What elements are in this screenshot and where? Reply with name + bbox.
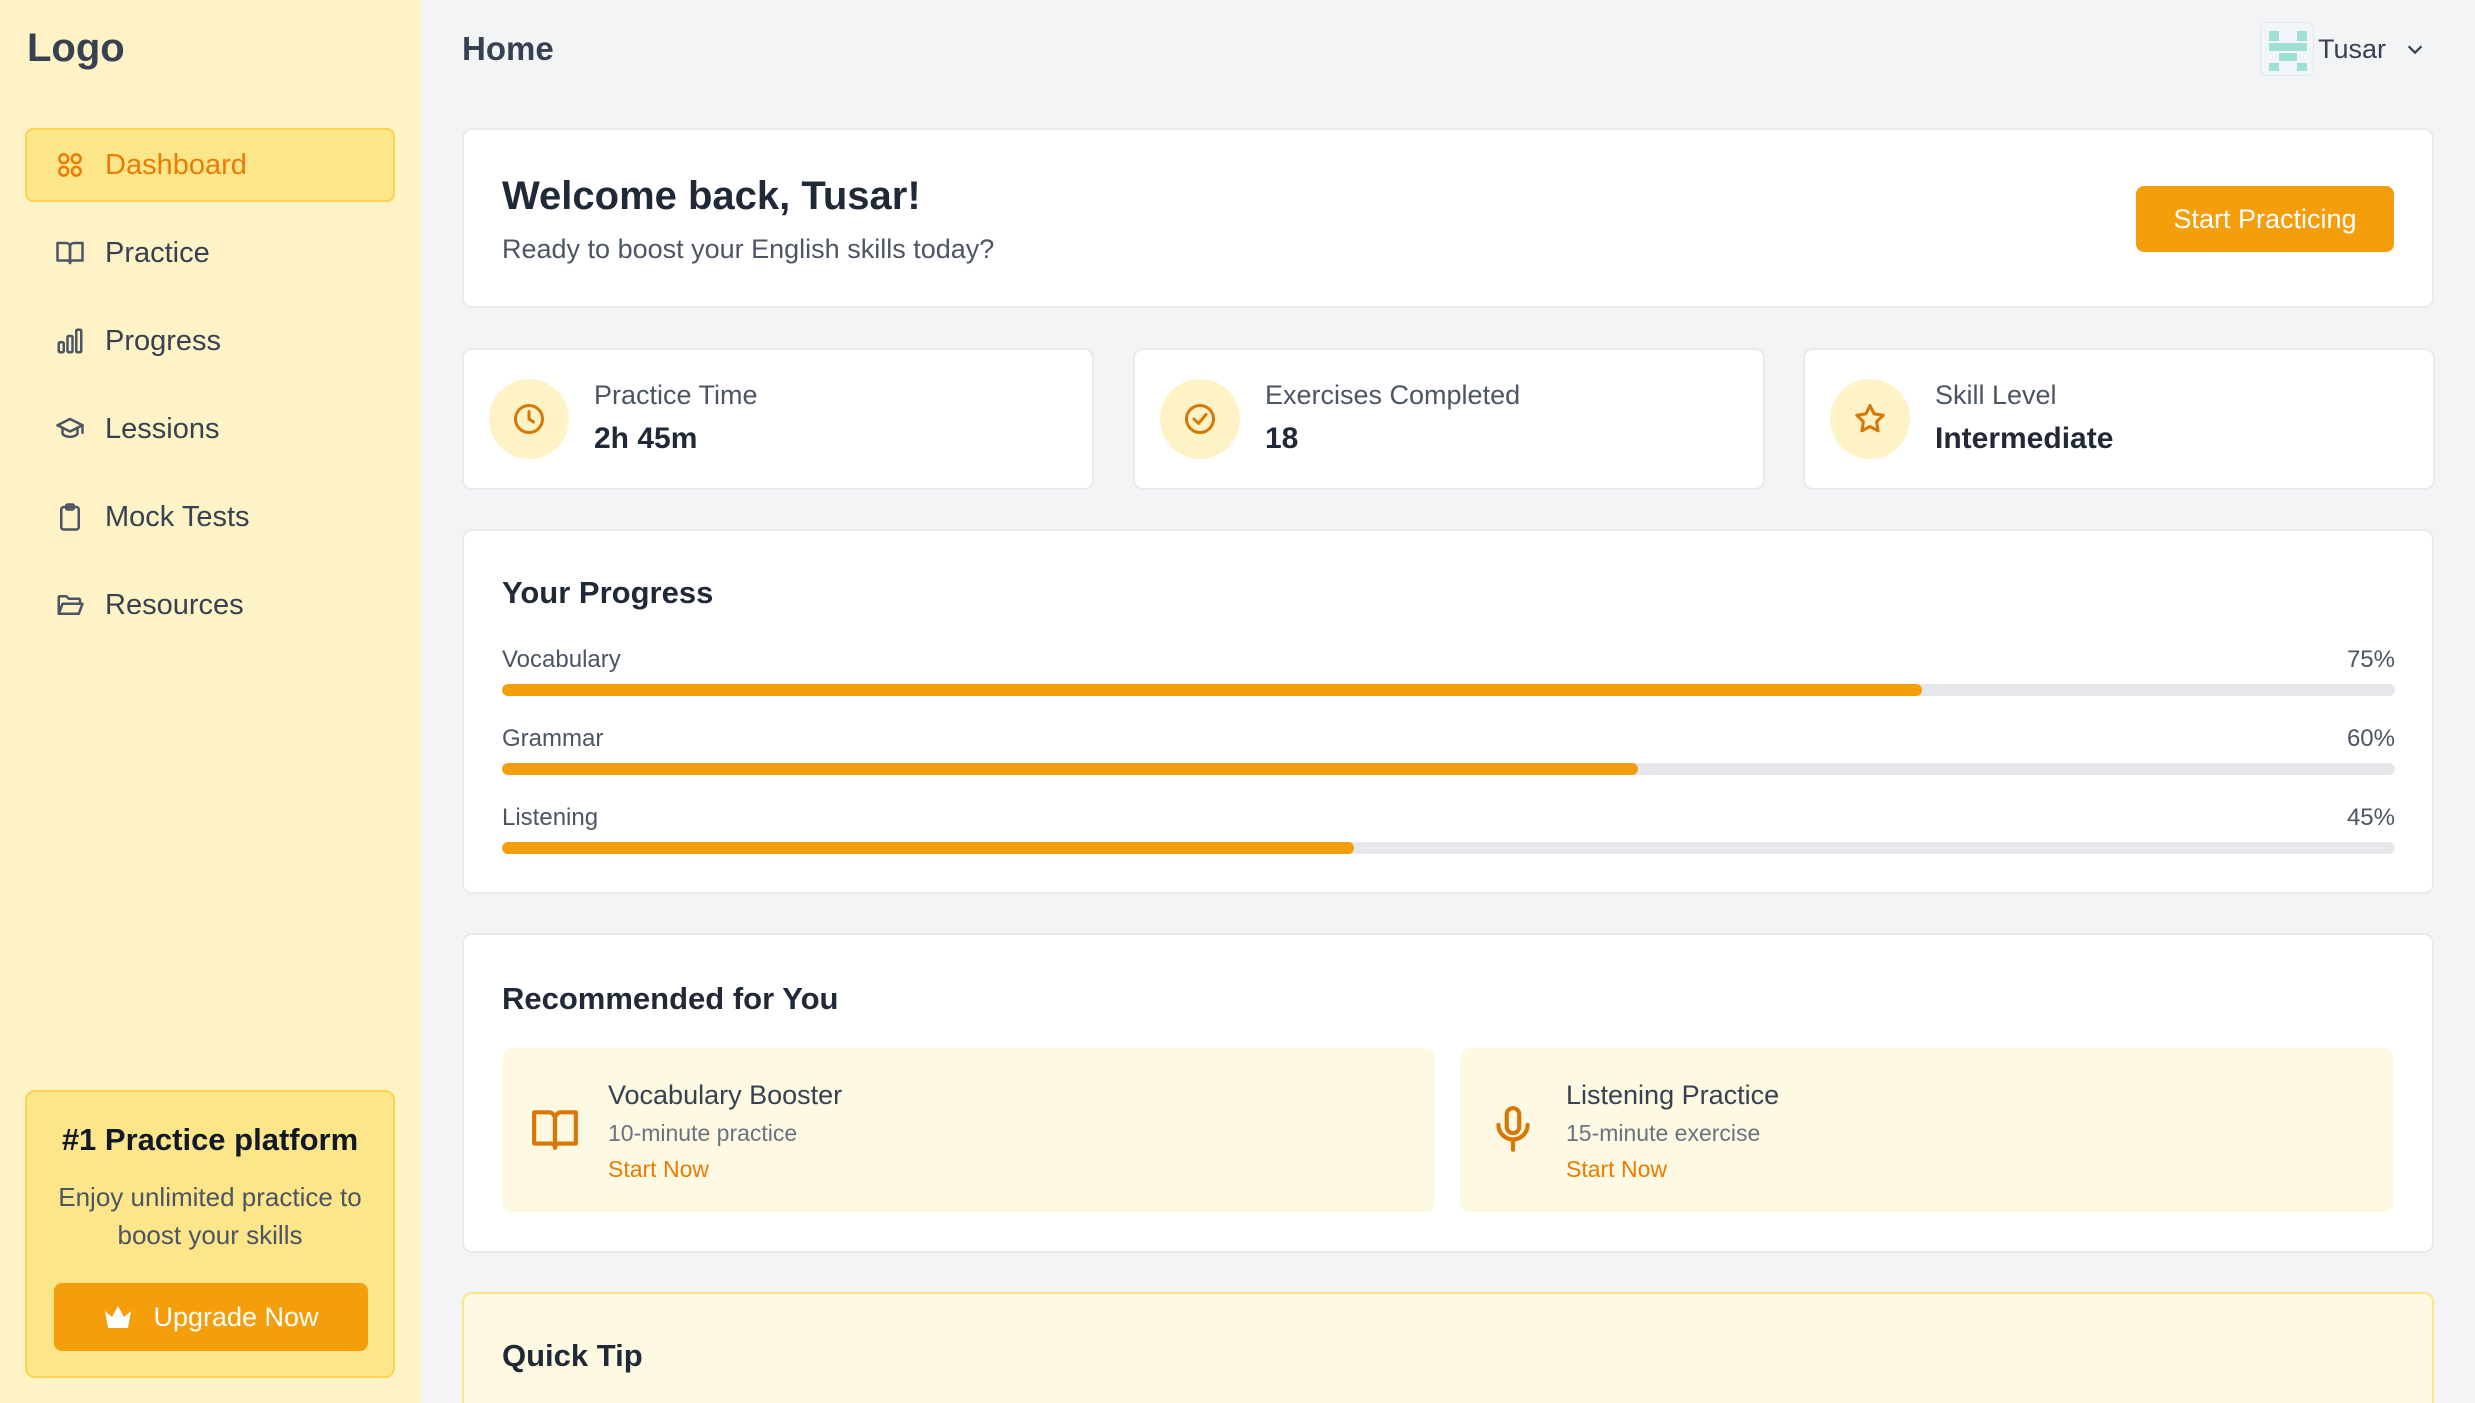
progress-fill [502,763,1638,775]
progress-title: Your Progress [502,575,714,610]
progress-value: 60% [2346,725,2395,752]
progress-label: Vocabulary [502,646,621,673]
recommendation-title: Listening Practice [1566,1080,1780,1110]
avatar-pattern-icon [2269,31,2307,71]
sidebar-item-progress[interactable]: Progress [25,304,395,378]
stat-label: Skill Level [1935,380,2057,410]
graduation-cap-icon [56,417,84,439]
progress-fill [502,842,1354,854]
recommended-card: Recommended for You Vocabulary Booster 1… [462,933,2434,1253]
promo-card: #1 Practice platform Enjoy unlimited pra… [25,1090,395,1378]
welcome-subtitle: Ready to boost your English skills today… [502,234,995,264]
logo[interactable]: Logo [27,26,125,71]
sidebar-item-dashboard[interactable]: Dashboard [25,128,395,202]
progress-label: Listening [502,804,599,831]
sidebar-item-practice[interactable]: Practice [25,216,395,290]
stat-label: Practice Time [594,380,758,410]
quick-tip-title: Quick Tip [502,1338,643,1373]
chevron-down-icon [2407,45,2423,55]
dashboard-icon [58,153,82,177]
sidebar-item-label: Resources [105,588,244,621]
sidebar-nav: Dashboard Practice Progress Lessions Moc… [25,128,395,656]
quick-tip-card: Quick Tip [462,1292,2434,1403]
progress-track [502,684,2395,696]
stat-icon-wrap [489,379,569,459]
stat-card-practice-time: Practice Time 2h 45m [462,348,1094,490]
folder-icon [57,595,84,615]
stat-value: Intermediate [1935,422,2114,455]
sidebar: Logo Dashboard Practice Progress Lession… [0,0,421,1403]
recommendation-listening-practice[interactable]: Listening Practice 15-minute exercise St… [1460,1048,2393,1212]
recommendation-subtitle: 10-minute practice [608,1120,798,1146]
sidebar-item-label: Progress [105,324,222,357]
welcome-title: Welcome back, Tusar! [502,174,921,218]
stat-value: 2h 45m [594,422,698,455]
stat-icon-wrap [1160,379,1240,459]
progress-track [502,763,2395,775]
page-title: Home [462,30,554,67]
stat-label: Exercises Completed [1265,380,1521,410]
upgrade-button-label: Upgrade Now [153,1301,319,1332]
progress-value: 75% [2346,646,2395,673]
progress-label: Grammar [502,725,604,752]
avatar [2260,22,2314,76]
start-now-link[interactable]: Start Now [608,1156,709,1183]
sidebar-item-mock-tests[interactable]: Mock Tests [25,480,395,554]
star-icon [1855,404,1885,433]
sidebar-item-label: Dashboard [105,148,247,181]
start-now-link[interactable]: Start Now [1566,1156,1667,1183]
book-icon [56,241,84,265]
clock-icon [514,404,544,434]
bar-chart-icon [57,328,83,354]
recommendation-vocabulary-booster[interactable]: Vocabulary Booster 10-minute practice St… [502,1048,1435,1212]
sidebar-item-lessions[interactable]: Lessions [25,392,395,466]
promo-title: #1 Practice platform [61,1122,359,1157]
stat-card-skill-level: Skill Level Intermediate [1803,348,2435,490]
welcome-card: Welcome back, Tusar! Ready to boost your… [462,128,2434,308]
progress-value: 45% [2346,804,2395,831]
recommendation-title: Vocabulary Booster [608,1080,843,1110]
promo-text: Enjoy unlimited practice to boost your s… [58,1182,362,1250]
microphone-icon [1496,1106,1530,1152]
crown-icon [105,1306,132,1328]
clipboard-icon [60,503,80,531]
recommendation-subtitle: 15-minute exercise [1566,1120,1761,1146]
user-name: Tusar [2318,33,2387,64]
stat-card-exercises: Exercises Completed 18 [1133,348,1765,490]
stat-value: 18 [1265,422,1299,455]
upgrade-button[interactable]: Upgrade Now [54,1283,368,1351]
stat-icon-wrap [1830,379,1910,459]
progress-card: Your Progress Vocabulary 75% Grammar 60%… [462,529,2434,894]
recommended-title: Recommended for You [502,981,839,1016]
progress-fill [502,684,1922,696]
user-menu[interactable]: Tusar [2260,22,2426,76]
book-open-icon [532,1110,578,1150]
start-practicing-button[interactable]: Start Practicing [2136,186,2394,252]
sidebar-item-label: Lessions [105,412,220,445]
sidebar-item-label: Practice [105,236,210,269]
sidebar-item-resources[interactable]: Resources [25,568,395,642]
check-circle-icon [1185,404,1215,434]
progress-track [502,842,2395,854]
sidebar-item-label: Mock Tests [105,500,250,533]
